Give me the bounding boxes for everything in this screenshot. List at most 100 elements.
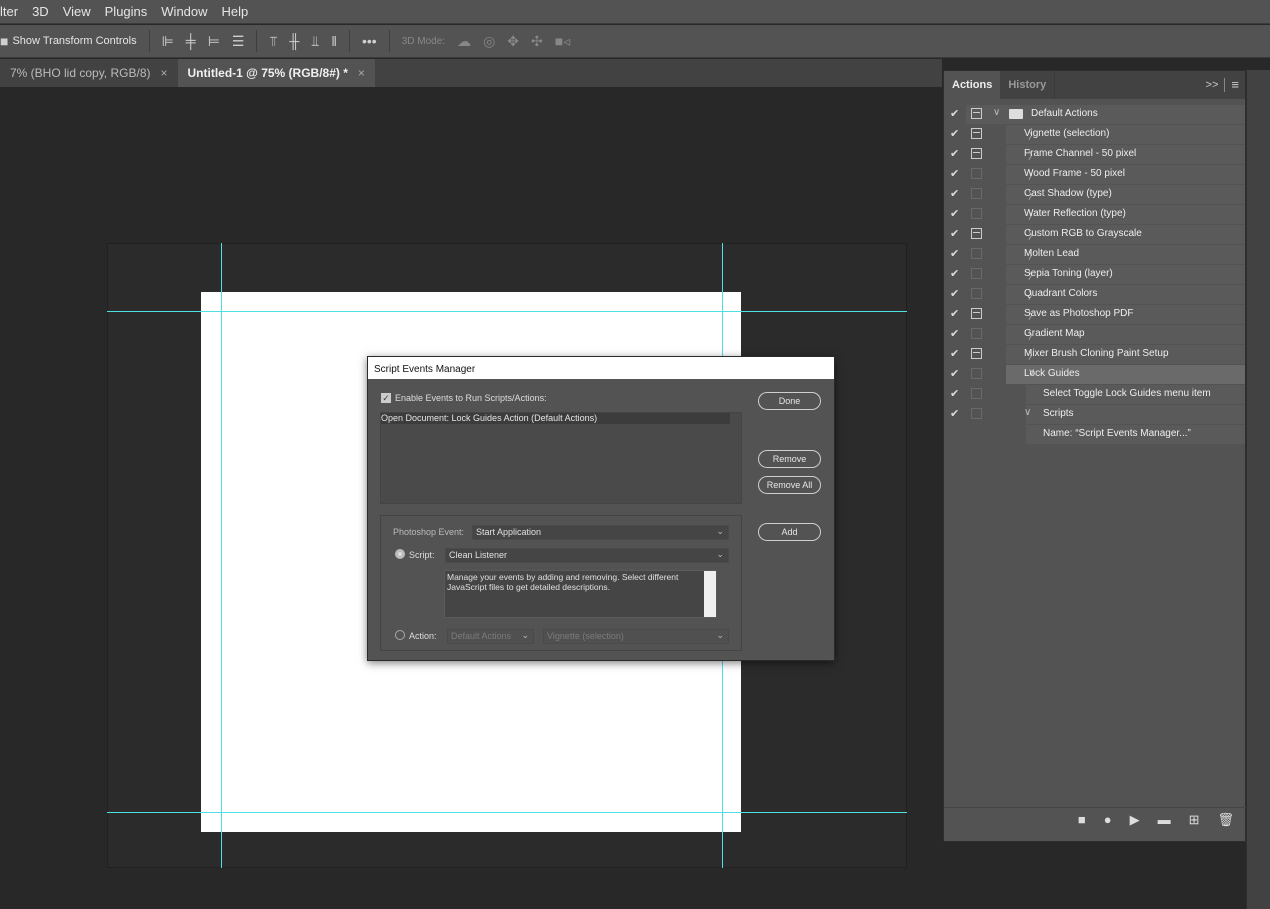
remove-all-button[interactable]: Remove All	[758, 476, 821, 494]
event-list-item[interactable]: Open Document: Lock Guides Action (Defau…	[381, 413, 730, 424]
action-row[interactable]: ✔ 〉 Mixer Brush Cloning Paint Setup	[944, 344, 1246, 364]
checkmark-icon[interactable]: ✔	[950, 267, 959, 280]
checkmark-icon[interactable]: ✔	[950, 107, 959, 120]
dialog-toggle-icon[interactable]	[971, 328, 982, 339]
more-options-icon[interactable]: •••	[362, 33, 377, 49]
align-right-icon[interactable]: ⊨	[208, 33, 220, 50]
dialog-toggle-icon[interactable]	[971, 128, 982, 139]
dialog-toggle-icon[interactable]	[971, 288, 982, 299]
camera-icon[interactable]: ■◃	[555, 33, 570, 50]
dialog-toggle-icon[interactable]	[971, 408, 982, 419]
checkmark-icon[interactable]: ✔	[950, 147, 959, 160]
guide-horizontal[interactable]	[107, 311, 907, 312]
action-row[interactable]: ✔ ∨ Default Actions	[944, 104, 1246, 124]
enable-events-checkbox[interactable]: ✓	[381, 393, 391, 403]
tab-history[interactable]: History	[1000, 71, 1056, 99]
checkmark-icon[interactable]: ✔	[950, 307, 959, 320]
menu-item[interactable]: Plugins	[105, 4, 148, 19]
align-top-icon[interactable]: ⫪	[269, 33, 277, 50]
document-tab[interactable]: Untitled-1 @ 75% (RGB/8#) * ×	[177, 59, 375, 87]
action-row[interactable]: ✔ 〉 Gradient Map	[944, 324, 1246, 344]
checkmark-icon[interactable]: ✔	[950, 247, 959, 260]
close-icon[interactable]: ×	[358, 66, 365, 80]
new-set-icon[interactable]: ▬	[1158, 812, 1171, 827]
distribute-icon[interactable]: ☰	[232, 33, 245, 50]
chevron-down-icon[interactable]: ∨	[993, 107, 1000, 118]
action-row[interactable]: ✔ ∨ Scripts	[944, 404, 1246, 424]
menu-item[interactable]: 3D	[32, 4, 49, 19]
close-icon[interactable]: ×	[160, 66, 167, 80]
checkmark-icon[interactable]: ✔	[950, 207, 959, 220]
dialog-toggle-icon[interactable]	[971, 248, 982, 259]
action-row[interactable]: ✔ 〉 Water Reflection (type)	[944, 204, 1246, 224]
slide-icon[interactable]: ✣	[531, 33, 543, 50]
dialog-toggle-icon[interactable]	[971, 268, 982, 279]
action-row[interactable]: ✔ 〉 Molten Lead	[944, 244, 1246, 264]
photoshop-event-select[interactable]: Start Application ⌄	[472, 525, 729, 540]
stop-icon[interactable]: ■	[1078, 812, 1086, 827]
guide-horizontal[interactable]	[107, 812, 907, 813]
checkmark-icon[interactable]: ✔	[950, 387, 959, 400]
roll-icon[interactable]: ◎	[483, 33, 495, 50]
orbit-icon[interactable]: ☁	[457, 33, 471, 50]
collapse-panel-icon[interactable]: >>	[1206, 71, 1225, 99]
record-icon[interactable]: ●	[1104, 812, 1112, 827]
script-select[interactable]: Clean Listener ⌄	[445, 548, 729, 563]
script-radio[interactable]	[395, 549, 405, 559]
menu-item[interactable]: View	[63, 4, 91, 19]
menu-item[interactable]: Help	[222, 4, 249, 19]
action-row[interactable]: ✔ 〉 Save as Photoshop PDF	[944, 304, 1246, 324]
checkmark-icon[interactable]: ✔	[950, 367, 959, 380]
dialog-toggle-icon[interactable]	[971, 388, 982, 399]
show-transform-controls[interactable]: Show Transform Controls	[12, 35, 136, 47]
dialog-toggle-icon[interactable]	[971, 168, 982, 179]
action-row[interactable]: ✔ 〉 Cast Shadow (type)	[944, 184, 1246, 204]
align-center-icon[interactable]: ╪	[186, 33, 196, 49]
action-row[interactable]: ✔ 〉 Sepia Toning (layer)	[944, 264, 1246, 284]
action-row[interactable]: ✔ 〉 Frame Channel - 50 pixel	[944, 144, 1246, 164]
action-row[interactable]: Name: “Script Events Manager...”	[944, 424, 1246, 444]
distribute-vertical-icon[interactable]: ‖	[331, 33, 337, 49]
pan-icon[interactable]: ✥	[507, 33, 519, 50]
checkmark-icon[interactable]: ✔	[950, 347, 959, 360]
checkmark-icon[interactable]: ✔	[950, 187, 959, 200]
menu-item[interactable]: lter	[0, 4, 18, 19]
panel-menu-icon[interactable]: ≡	[1224, 78, 1245, 92]
checkmark-icon[interactable]: ✔	[950, 407, 959, 420]
new-action-icon[interactable]: ⊞	[1189, 812, 1200, 828]
events-list[interactable]: Open Document: Lock Guides Action (Defau…	[380, 412, 742, 504]
dialog-toggle-icon[interactable]	[971, 368, 982, 379]
dialog-toggle-icon[interactable]	[971, 228, 982, 239]
remove-button[interactable]: Remove	[758, 450, 821, 468]
dialog-toggle-icon[interactable]	[971, 108, 982, 119]
checkmark-icon[interactable]: ✔	[950, 127, 959, 140]
checkmark-icon[interactable]: ✔	[950, 287, 959, 300]
add-button[interactable]: Add	[758, 523, 821, 541]
tab-actions[interactable]: Actions	[944, 71, 1001, 99]
align-bottom-icon[interactable]: ⫫	[311, 33, 319, 50]
play-icon[interactable]: ▶	[1130, 812, 1140, 828]
delete-icon[interactable]: 🗑	[1217, 812, 1234, 828]
menu-item[interactable]: Window	[161, 4, 207, 19]
chevron-down-icon[interactable]: ∨	[1024, 407, 1031, 418]
checkmark-icon[interactable]: ✔	[950, 167, 959, 180]
document-tab[interactable]: 7% (BHO lid copy, RGB/8) ×	[0, 59, 178, 87]
action-select[interactable]: Vignette (selection) ⌄	[543, 629, 729, 644]
dialog-toggle-icon[interactable]	[971, 188, 982, 199]
align-middle-icon[interactable]: ╫	[289, 33, 299, 49]
action-row[interactable]: ✔ ∨ Lock Guides	[944, 364, 1246, 384]
align-left-icon[interactable]: ⊫	[162, 33, 174, 50]
action-row[interactable]: ✔ 〉 Quadrant Colors	[944, 284, 1246, 304]
dialog-toggle-icon[interactable]	[971, 308, 982, 319]
checkbox-icon[interactable]: ■	[0, 33, 8, 49]
guide-vertical[interactable]	[221, 243, 222, 868]
checkmark-icon[interactable]: ✔	[950, 327, 959, 340]
action-row[interactable]: ✔ 〉 Wood Frame - 50 pixel	[944, 164, 1246, 184]
done-button[interactable]: Done	[758, 392, 821, 410]
action-row[interactable]: ✔ Select Toggle Lock Guides menu item	[944, 384, 1246, 404]
dialog-toggle-icon[interactable]	[971, 208, 982, 219]
checkmark-icon[interactable]: ✔	[950, 227, 959, 240]
dialog-toggle-icon[interactable]	[971, 148, 982, 159]
action-row[interactable]: ✔ 〉 Vignette (selection)	[944, 124, 1246, 144]
action-row[interactable]: ✔ 〉 Custom RGB to Grayscale	[944, 224, 1246, 244]
